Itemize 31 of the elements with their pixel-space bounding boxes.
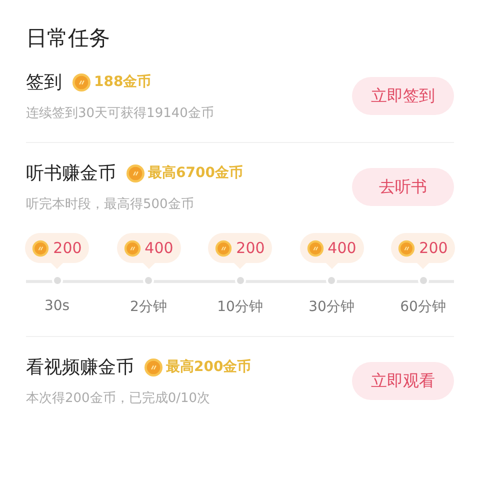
milestone-time: 60分钟 bbox=[400, 298, 446, 316]
task-title: 看视频赚金币 bbox=[26, 356, 134, 379]
reward-amount: 最高200金币 bbox=[166, 358, 252, 376]
reward-amount: 188金币 bbox=[94, 73, 152, 91]
reward-amount: 最高6700金币 bbox=[148, 164, 243, 182]
coin-icon bbox=[306, 240, 324, 256]
coin-icon bbox=[32, 240, 50, 256]
task-description: 本次得200金币，已完成0/10次 bbox=[26, 390, 212, 407]
task-title: 听书赚金币 bbox=[26, 162, 116, 185]
coin-icon bbox=[398, 240, 416, 256]
milestone-time: 10分钟 bbox=[217, 298, 263, 316]
task-button[interactable]: 立即观看 bbox=[352, 362, 454, 400]
coin-icon bbox=[72, 72, 91, 92]
coin-icon bbox=[215, 240, 232, 256]
section-title: 日常任务 bbox=[26, 25, 111, 52]
milestone-dot bbox=[52, 275, 62, 286]
milestone-time: 2分钟 bbox=[130, 298, 167, 316]
coin-icon bbox=[126, 164, 145, 182]
task-button[interactable]: 立即签到 bbox=[352, 77, 454, 115]
coin-icon bbox=[144, 358, 163, 376]
task-description: 听完本时段，最高得500金币 bbox=[26, 196, 195, 213]
coin-icon bbox=[124, 240, 141, 256]
milestone-dot bbox=[326, 275, 337, 286]
task-button[interactable]: 去听书 bbox=[352, 168, 454, 206]
milestone-time: 30s bbox=[44, 298, 70, 314]
milestone-dot bbox=[418, 275, 428, 286]
task-description: 连续签到30天可获得19140金币 bbox=[26, 105, 214, 122]
task-title: 签到 bbox=[26, 71, 62, 94]
milestone-dot bbox=[143, 275, 154, 286]
milestone-time: 30分钟 bbox=[308, 298, 354, 316]
milestone-dot bbox=[234, 275, 246, 286]
